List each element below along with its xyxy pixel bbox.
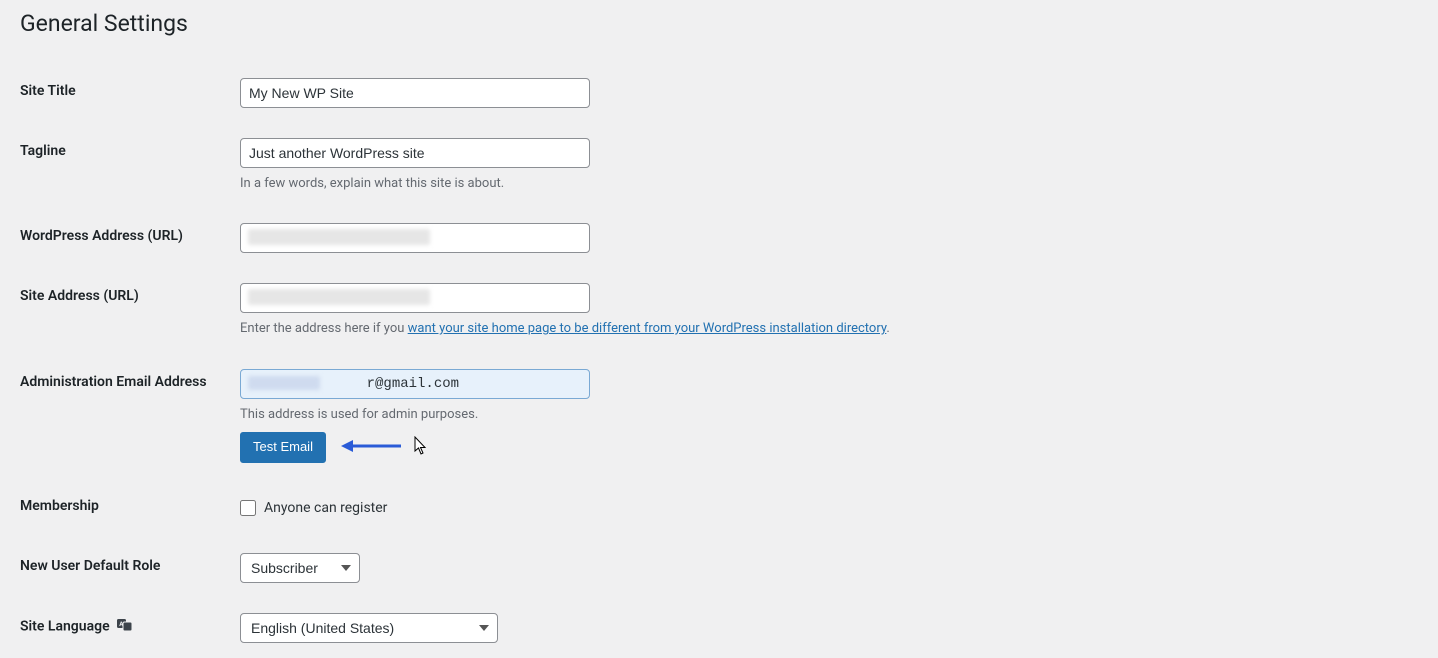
arrow-left-icon <box>341 439 403 457</box>
site-address-row: Site Address (URL) Enter the address her… <box>20 268 1418 354</box>
redacted-content <box>248 289 430 305</box>
site-title-label: Site Title <box>20 63 240 123</box>
site-title-input[interactable] <box>240 78 590 108</box>
wp-address-row: WordPress Address (URL) <box>20 208 1418 268</box>
site-language-label: Site Language A <box>20 598 240 658</box>
admin-email-label: Administration Email Address <box>20 354 240 478</box>
default-role-row: New User Default Role Subscriber <box>20 538 1418 598</box>
default-role-select[interactable]: Subscriber <box>240 553 360 583</box>
tagline-label: Tagline <box>20 123 240 209</box>
membership-label: Membership <box>20 478 240 538</box>
tagline-input[interactable] <box>240 138 590 168</box>
test-email-button[interactable]: Test Email <box>240 432 326 463</box>
admin-email-description: This address is used for admin purposes. <box>240 405 1408 425</box>
admin-email-row: Administration Email Address This addres… <box>20 354 1418 478</box>
cursor-icon <box>414 436 428 460</box>
site-address-description: Enter the address here if you want your … <box>240 319 1408 339</box>
anyone-can-register-label: Anyone can register <box>264 500 387 516</box>
tagline-row: Tagline In a few words, explain what thi… <box>20 123 1418 209</box>
anyone-can-register-checkbox[interactable] <box>240 500 256 516</box>
redacted-content <box>248 376 320 390</box>
translate-icon: A <box>117 618 133 636</box>
redacted-content <box>248 229 430 245</box>
membership-row: Membership Anyone can register <box>20 478 1418 538</box>
site-address-help-link[interactable]: want your site home page to be different… <box>408 321 887 336</box>
wp-address-label: WordPress Address (URL) <box>20 208 240 268</box>
page-title: General Settings <box>20 0 1418 43</box>
site-language-row: Site Language A English (United States) <box>20 598 1418 658</box>
default-role-label: New User Default Role <box>20 538 240 598</box>
settings-form: Site Title Tagline In a few words, expla… <box>20 63 1418 658</box>
site-title-row: Site Title <box>20 63 1418 123</box>
tagline-description: In a few words, explain what this site i… <box>240 174 1408 194</box>
site-language-select[interactable]: English (United States) <box>240 613 498 643</box>
site-address-label: Site Address (URL) <box>20 268 240 354</box>
